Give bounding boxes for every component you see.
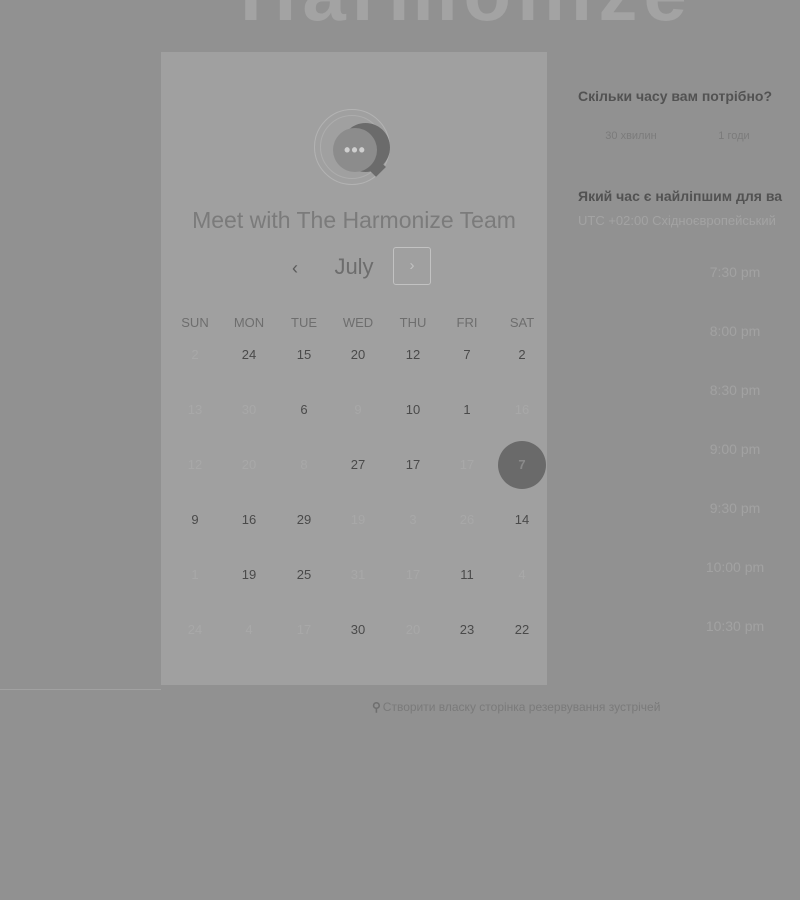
month-label: July [334, 254, 374, 279]
calendar-card: ••• Meet with The Harmonize Team ‹ July … [161, 52, 547, 685]
divider [0, 689, 161, 690]
brand-wordmark: Harmonize [240, 0, 693, 32]
calendar-day: 20 [241, 457, 257, 472]
calendar-day[interactable]: 22 [497, 622, 547, 638]
timezone-selector[interactable]: UTC +02:00 Східноєвропейський [578, 213, 776, 228]
calendar-day[interactable]: 30 [333, 622, 383, 638]
calendar-day[interactable]: 1 [442, 402, 492, 418]
hubspot-sprocket-icon: ⚲ [372, 700, 381, 714]
calendar-day: 12 [187, 457, 203, 472]
time-slot-button[interactable]: 10:30 pm [690, 618, 780, 634]
weekday-label: FRI [456, 315, 478, 330]
calendar-day[interactable]: 10 [388, 402, 438, 418]
calendar-day: 20 [405, 622, 421, 637]
chat-bubble-icon: ••• [333, 128, 377, 172]
weekday-label: SAT [509, 315, 535, 330]
calendar-day[interactable]: 27 [333, 457, 383, 473]
calendar-day[interactable]: 16 [224, 512, 274, 528]
duration-option-30-min[interactable]: 30 хвилин [591, 130, 671, 142]
time-slot-button[interactable]: 7:30 pm [690, 264, 780, 280]
calendar-day[interactable]: 19 [224, 567, 274, 583]
calendar-day[interactable]: 6 [279, 402, 329, 418]
calendar-day: 31 [350, 567, 366, 582]
create-booking-page-text: Створити власку сторінка резервування зу… [382, 700, 661, 714]
calendar-day[interactable]: 9 [170, 512, 220, 528]
calendar-day[interactable]: 23 [442, 622, 492, 638]
calendar-day[interactable]: 15 [279, 347, 329, 363]
time-slot-button[interactable]: 9:30 pm [690, 500, 780, 516]
calendar-day: 1 [191, 567, 199, 582]
calendar-day: 17 [405, 567, 421, 582]
create-booking-page-link[interactable]: ⚲ Створити власку сторінка резервування з… [372, 700, 660, 714]
calendar-day: 4 [518, 567, 526, 582]
meeting-title: Meet with The Harmonize Team [192, 207, 516, 233]
calendar-day[interactable]: 12 [388, 347, 438, 363]
calendar-day[interactable]: 17 [388, 457, 438, 473]
calendar-day[interactable]: 2 [497, 347, 547, 363]
weekday-label: THU [399, 315, 427, 330]
calendar-day: 17 [459, 457, 475, 472]
calendar-day: 26 [459, 512, 475, 527]
calendar-day[interactable]: 11 [442, 567, 492, 583]
calendar-day[interactable]: 14 [497, 512, 547, 528]
time-question: Який час є найліпшим для ва [578, 188, 783, 204]
calendar-day[interactable]: 7 [442, 347, 492, 363]
calendar-day: 9 [354, 402, 362, 417]
calendar-day: 8 [300, 457, 308, 472]
time-slot-button[interactable]: 8:30 pm [690, 382, 780, 398]
weekday-label: WED [342, 315, 374, 330]
duration-option-1-hour[interactable]: 1 годи [694, 130, 774, 142]
next-month-button[interactable]: › [393, 247, 431, 285]
calendar-day: 30 [241, 402, 257, 417]
time-slot-button[interactable]: 10:00 pm [690, 559, 780, 575]
calendar-day: 2 [191, 347, 199, 362]
calendar-day[interactable]: 20 [333, 347, 383, 363]
time-slot-button[interactable]: 8:00 pm [690, 323, 780, 339]
calendar-day: 3 [409, 512, 417, 527]
previous-month-button[interactable]: ‹ [283, 256, 307, 280]
weekday-label: SUN [181, 315, 209, 330]
calendar-day[interactable]: 24 [224, 347, 274, 363]
calendar-day: 16 [514, 402, 530, 417]
time-slot-button[interactable]: 9:00 pm [690, 441, 780, 457]
weekday-label: MON [233, 315, 265, 330]
calendar-day[interactable]: 25 [279, 567, 329, 583]
calendar-day: 19 [350, 512, 366, 527]
calendar-day: 13 [187, 402, 203, 417]
calendar-day-selected[interactable]: 7 [498, 441, 546, 489]
weekday-label: TUE [291, 315, 317, 330]
calendar-day: 24 [187, 622, 203, 637]
calendar-day: 4 [245, 622, 253, 637]
calendar-day: 17 [296, 622, 312, 637]
duration-question: Скільки часу вам потрібно? [578, 88, 773, 104]
calendar-day[interactable]: 29 [279, 512, 329, 528]
